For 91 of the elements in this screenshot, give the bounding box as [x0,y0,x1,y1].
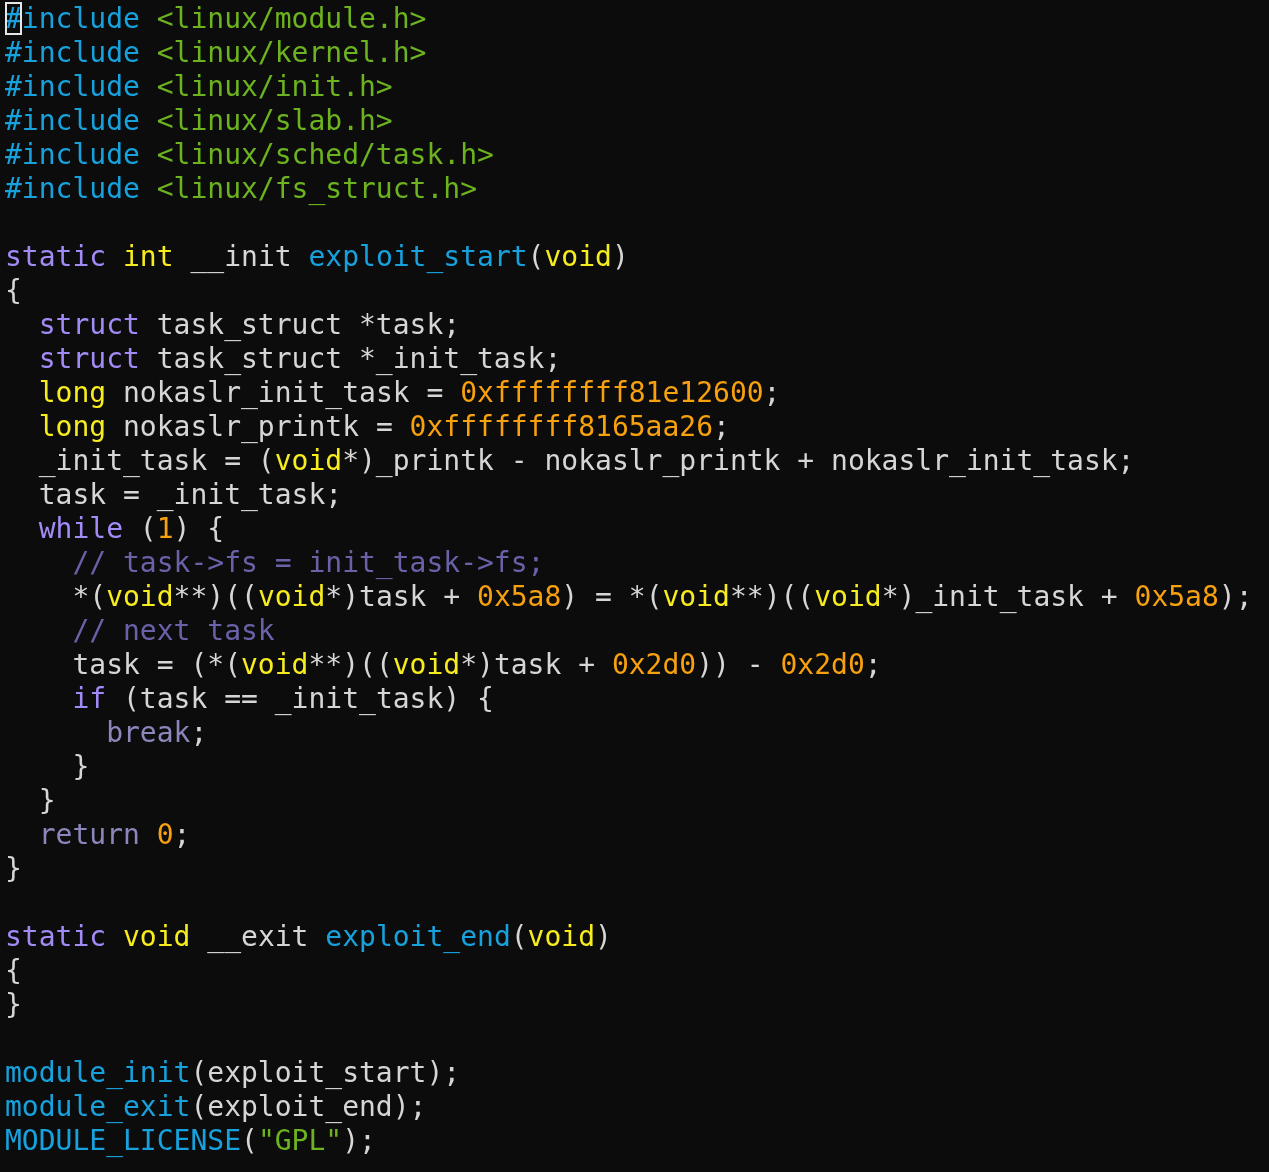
type-keyword: void [662,580,730,613]
type-keyword: long [37,410,107,443]
code-text: **)(( [173,580,258,613]
code-text: __exit [206,920,310,953]
code-text: *)_init_task + [881,580,1119,613]
code-text: (exploit_start); [190,1056,461,1089]
keyword: while [37,512,123,545]
keyword: break [105,716,191,749]
string-literal: <linux/kernel.h> [155,36,427,69]
code-text: _init_task = ( [37,444,275,477]
code-comment: // next task [71,614,275,647]
code-text: { [5,274,22,307]
code-text: **)(( [729,580,815,613]
code-text: task_struct *task; [155,308,461,341]
code-text: ; [864,648,882,681]
number-literal: 1 [156,512,174,545]
code-text: ; [763,376,781,409]
keyword: struct [37,308,140,341]
code-text: )) - [696,648,765,681]
preprocessor-directive: #include [5,138,140,171]
code-text: *( [71,580,107,613]
code-text: ; [713,410,730,443]
preprocessor-directive: #include [5,70,140,103]
code-text: ( [527,240,545,273]
keyword: static [5,240,107,273]
preprocessor-directive: #include [5,36,140,69]
code-text: ) = *( [561,580,663,613]
keyword: if [71,682,107,715]
number-literal: 0x2d0 [611,648,697,681]
code-text: ( [138,512,157,545]
type-keyword: void [257,580,326,613]
type-keyword: void [392,648,461,681]
code-text: task = (*( [71,648,241,681]
code-text: (task == _init_task) { [122,682,494,715]
string-literal: <linux/sched/task.h> [155,138,494,171]
function-name: exploit_end [325,920,511,953]
function-name: MODULE_LICENSE [5,1124,241,1157]
keyword: return [37,818,140,851]
code-text: } [37,784,56,817]
string-literal: <linux/fs_struct.h> [155,172,477,205]
code-text: *)task + [325,580,462,613]
type-keyword: void [814,580,882,613]
number-literal: 0xffffffff8165aa26 [409,410,714,443]
code-text: } [5,852,22,885]
number-literal: 0 [155,818,174,851]
type-keyword: int [122,240,174,273]
code-text: *)_printk - nokaslr_printk + nokaslr_init_task; [342,444,1135,477]
code-text: __init [189,240,293,273]
string-literal: "GPL" [257,1124,343,1157]
number-literal: 0x5a8 [1134,580,1219,613]
code-text: ) [595,920,612,953]
number-literal: 0x2d0 [780,648,865,681]
function-name: module_init [5,1056,191,1089]
code-text: task = _init_task; [37,478,343,511]
code-text: ) [611,240,629,273]
preprocessor-directive: include [21,2,140,35]
number-literal: 0xffffffff81e12600 [460,376,764,409]
function-name: module_exit [5,1090,191,1123]
code-text: task_struct *_init_task; [155,342,562,375]
type-keyword: void [274,444,343,477]
preprocessor-directive: #include [5,104,140,137]
code-text: ); [342,1124,376,1157]
function-name: exploit_start [308,240,528,273]
code-text: ( [510,920,528,953]
code-text: nokaslr_init_task = [122,376,445,409]
type-keyword: void [122,920,191,953]
number-literal: 0x5a8 [477,580,562,613]
code-text: ) { [173,512,225,545]
code-text: } [71,750,90,783]
preprocessor-directive: #include [5,172,140,205]
code-text: ; [173,818,191,851]
type-keyword: void [544,240,612,273]
code-text: { [5,954,22,987]
code-text: nokaslr_printk = [122,410,394,443]
code-text: *)task + [460,648,597,681]
keyword: struct [37,342,140,375]
code-text: ( [241,1124,258,1157]
string-literal: <linux/init.h> [155,70,393,103]
string-literal: <linux/module.h> [155,2,427,35]
type-keyword: long [37,376,107,409]
keyword: static [5,920,107,953]
code-text: **)(( [308,648,393,681]
string-literal: <linux/slab.h> [155,104,393,137]
code-comment: // task->fs = init_task->fs; [71,546,545,579]
code-text: (exploit_end); [190,1090,427,1123]
code-text: ); [1218,580,1253,613]
type-keyword: void [106,580,174,613]
code-text: } [5,988,22,1021]
code-text: ; [190,716,208,749]
type-keyword: void [241,648,309,681]
type-keyword: void [527,920,596,953]
